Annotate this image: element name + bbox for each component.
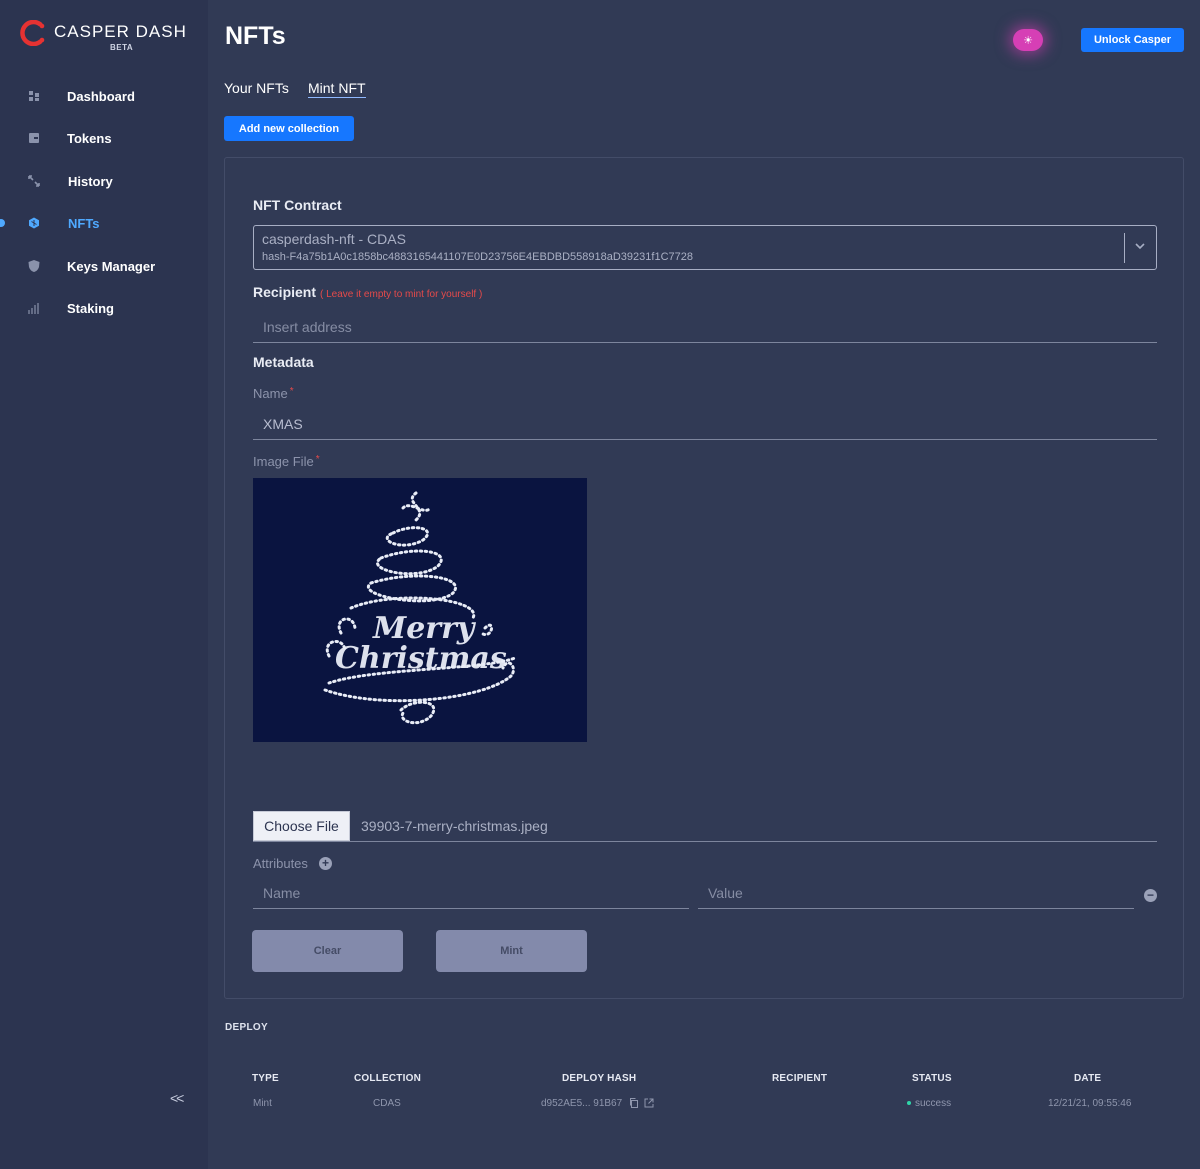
remove-attribute-icon[interactable]: − xyxy=(1144,889,1157,902)
sidebar-item-staking[interactable]: Staking xyxy=(0,293,208,323)
recipient-hint: ( Leave it empty to mint for yourself ) xyxy=(320,289,483,300)
required-mark: * xyxy=(289,386,294,397)
image-file-label-text: Image File xyxy=(253,454,314,469)
sidebar-item-history[interactable]: History xyxy=(0,166,208,196)
sidebar-item-label: History xyxy=(68,173,113,189)
recipient-label: Recipient( Leave it empty to mint for yo… xyxy=(253,284,482,300)
sidebar-item-label: NFTs xyxy=(68,215,100,231)
wallet-icon xyxy=(29,133,39,143)
active-indicator xyxy=(0,219,5,227)
sidebar: CASPER DASH BETA Dashboard Tokens Histor… xyxy=(0,0,208,1169)
nft-contract-select[interactable]: casperdash-nft - CDAS hash-F4a75b1A0c185… xyxy=(253,225,1157,270)
sidebar-item-dashboard[interactable]: Dashboard xyxy=(0,81,208,111)
app-logo[interactable]: CASPER DASH BETA xyxy=(20,18,200,54)
cell-type: Mint xyxy=(253,1098,272,1109)
hexagon-icon xyxy=(29,217,39,229)
tab-mint-nft[interactable]: Mint NFT xyxy=(308,80,366,98)
select-divider xyxy=(1124,233,1125,263)
theme-toggle[interactable]: ☀ xyxy=(1013,29,1043,51)
mint-form-panel: NFT Contract casperdash-nft - CDAS hash-… xyxy=(224,157,1184,999)
metadata-label: Metadata xyxy=(253,354,314,370)
attribute-name-input[interactable] xyxy=(253,877,689,909)
image-file-label: Image File * xyxy=(253,454,320,469)
christmas-text: Christmas xyxy=(335,641,507,676)
status-indicator xyxy=(907,1101,911,1106)
recipient-label-text: Recipient xyxy=(253,284,317,300)
attributes-label: Attributes xyxy=(253,856,308,871)
tab-your-nfts[interactable]: Your NFTs xyxy=(224,80,289,96)
chevron-down-icon[interactable] xyxy=(1133,239,1147,253)
sun-icon: ☀ xyxy=(1023,34,1033,47)
nft-name-input[interactable] xyxy=(253,408,1157,440)
column-header-recipient: RECIPIENT xyxy=(772,1073,828,1084)
file-input: Choose File 39903-7-merry-christmas.jpeg xyxy=(253,811,1157,842)
clear-button[interactable]: Clear xyxy=(252,930,403,972)
sidebar-item-nfts[interactable]: NFTs xyxy=(0,208,208,238)
sidebar-item-label: Staking xyxy=(67,300,114,316)
attribute-value-input[interactable] xyxy=(698,877,1134,909)
shield-icon xyxy=(28,260,40,272)
page-title: NFTs xyxy=(225,22,286,50)
nft-image-preview: Merry Christmas xyxy=(253,478,587,742)
sidebar-item-label: Keys Manager xyxy=(67,258,156,274)
casper-logo-icon xyxy=(20,20,45,46)
grid-icon xyxy=(29,91,39,101)
sidebar-item-tokens[interactable]: Tokens xyxy=(0,123,208,153)
column-header-collection: COLLECTION xyxy=(354,1073,421,1084)
column-header-type: TYPE xyxy=(252,1073,279,1084)
arrows-icon xyxy=(28,175,40,187)
column-header-deploy-hash: DEPLOY HASH xyxy=(562,1073,637,1084)
sidebar-item-label: Dashboard xyxy=(67,88,135,104)
external-link-icon[interactable] xyxy=(644,1098,654,1108)
logo-text: CASPER DASH xyxy=(54,22,187,41)
name-label: Name * xyxy=(253,386,294,401)
selected-contract-hash: hash-F4a75b1A0c1858bc4883165441107E0D237… xyxy=(262,251,693,263)
status-text: success xyxy=(915,1098,952,1109)
sidebar-item-label: Tokens xyxy=(67,130,112,146)
column-header-status: STATUS xyxy=(912,1073,952,1084)
selected-contract-name: casperdash-nft - CDAS xyxy=(262,231,406,247)
nft-contract-label: NFT Contract xyxy=(253,197,342,213)
deploy-section-title: DEPLOY xyxy=(225,1022,268,1033)
cell-date: 12/21/21, 09:55:46 xyxy=(1048,1098,1132,1109)
beta-badge: BETA xyxy=(110,43,134,52)
unlock-casper-button[interactable]: Unlock Casper xyxy=(1081,28,1184,52)
cell-collection: CDAS xyxy=(373,1098,401,1109)
cell-deploy-hash: d952AE5... 91B67 xyxy=(541,1098,654,1109)
recipient-input[interactable] xyxy=(253,311,1157,343)
collapse-sidebar-button[interactable]: << xyxy=(170,1090,184,1106)
bar-chart-icon xyxy=(28,303,39,314)
cell-status: success xyxy=(907,1098,951,1109)
mint-button[interactable]: Mint xyxy=(436,930,587,972)
name-label-text: Name xyxy=(253,386,288,401)
selected-file-name: 39903-7-merry-christmas.jpeg xyxy=(361,818,548,834)
sidebar-item-keys-manager[interactable]: Keys Manager xyxy=(0,251,208,281)
choose-file-button[interactable]: Choose File xyxy=(253,811,350,841)
column-header-date: DATE xyxy=(1074,1073,1102,1084)
add-new-collection-button[interactable]: Add new collection xyxy=(224,116,354,141)
add-attribute-icon[interactable]: + xyxy=(319,857,332,870)
copy-icon[interactable] xyxy=(629,1098,639,1109)
required-mark: * xyxy=(315,454,320,465)
deploy-hash-text: d952AE5... 91B67 xyxy=(541,1098,623,1109)
